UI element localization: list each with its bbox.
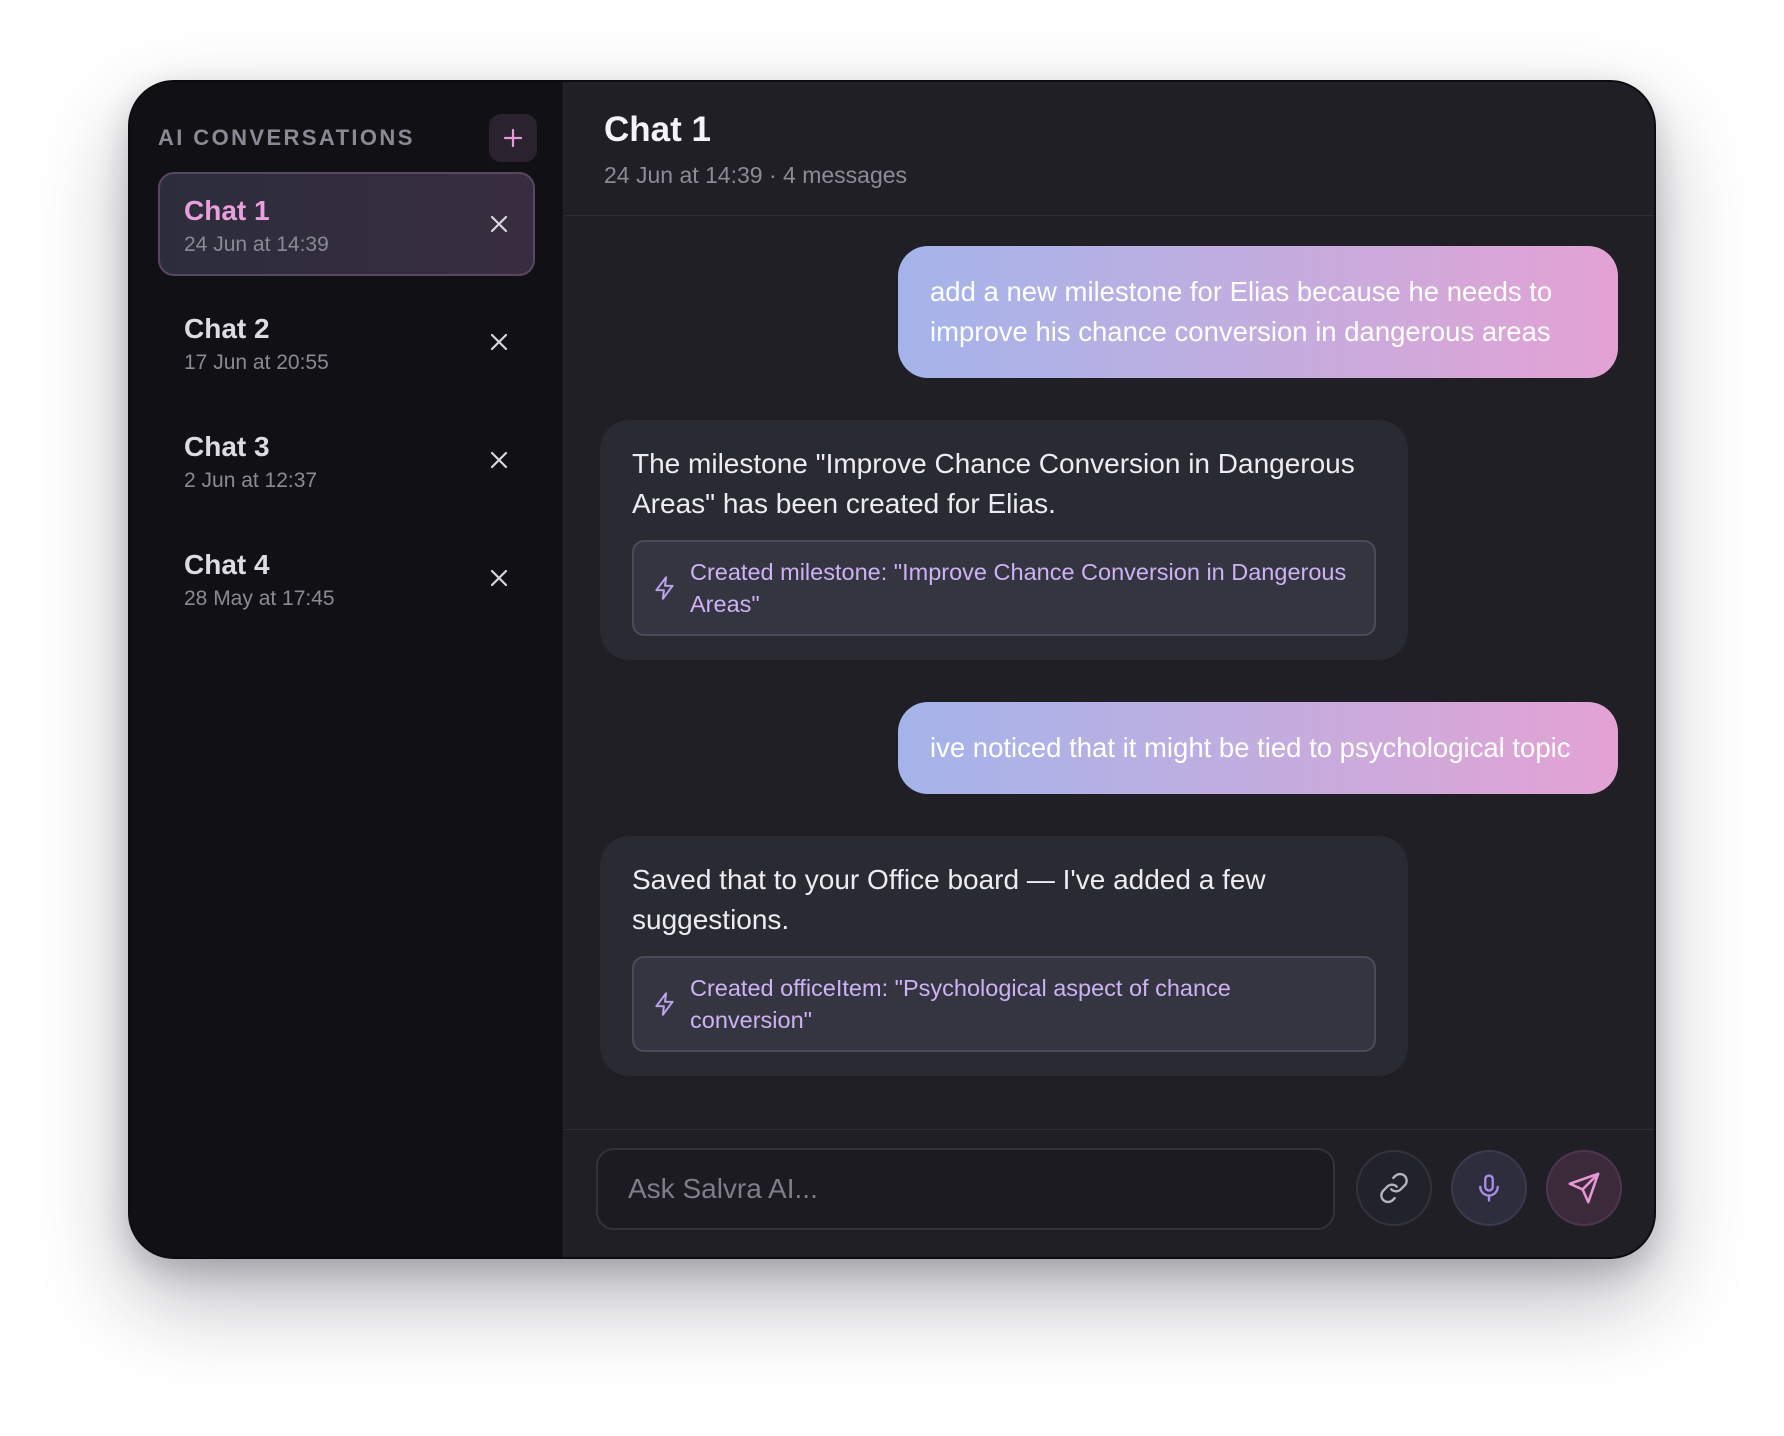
send-button[interactable] <box>1546 1150 1622 1226</box>
message-text: Saved that to your Office board — I've a… <box>632 864 1266 935</box>
chat-list-item[interactable]: Chat 4 28 May at 17:45 <box>158 526 535 630</box>
action-result-chip: Created milestone: "Improve Chance Conve… <box>632 540 1376 636</box>
message-text: add a new milestone for Elias because he… <box>930 276 1553 347</box>
chat-list-item[interactable]: Chat 2 17 Jun at 20:55 <box>158 290 535 394</box>
message-text: The milestone "Improve Chance Conversion… <box>632 448 1355 519</box>
delete-chat-button[interactable] <box>485 446 513 474</box>
close-icon <box>490 451 508 469</box>
microphone-icon <box>1479 1174 1500 1202</box>
lightning-icon <box>655 576 674 600</box>
action-result-chip: Created officeItem: "Psychological aspec… <box>632 956 1376 1052</box>
chat-name: Chat 1 <box>184 195 270 226</box>
new-chat-button[interactable] <box>489 114 537 162</box>
delete-chat-button[interactable] <box>485 210 513 238</box>
chat-panel: Chat 1 24 Jun at 14:39 · 4 messages add … <box>564 82 1654 1257</box>
message-list: add a new milestone for Elias because he… <box>564 216 1654 1129</box>
voice-input-button[interactable] <box>1451 1150 1528 1226</box>
user-message: add a new milestone for Elias because he… <box>898 246 1618 378</box>
app-window: AI CONVERSATIONS Chat 1 24 Jun at 14:39 … <box>128 80 1656 1259</box>
close-icon <box>490 569 508 587</box>
chat-date: 28 May at 17:45 <box>184 587 335 610</box>
chat-date: 24 Jun at 14:39 <box>184 233 329 256</box>
assistant-message: Saved that to your Office board — I've a… <box>600 836 1408 1076</box>
delete-chat-button[interactable] <box>485 328 513 356</box>
chat-name: Chat 3 <box>184 431 270 462</box>
chat-name: Chat 2 <box>184 313 270 344</box>
chat-list-item[interactable]: Chat 1 24 Jun at 14:39 <box>158 172 535 276</box>
sidebar: AI CONVERSATIONS Chat 1 24 Jun at 14:39 … <box>130 82 564 1257</box>
sidebar-header: AI CONVERSATIONS <box>158 114 537 162</box>
user-message: ive noticed that it might be tied to psy… <box>898 702 1618 794</box>
chat-meta: 24 Jun at 14:39 · 4 messages <box>604 162 908 188</box>
composer <box>564 1129 1654 1257</box>
page-title: Chat 1 <box>604 110 711 149</box>
assistant-message: The milestone "Improve Chance Conversion… <box>600 420 1408 660</box>
message-text: ive noticed that it might be tied to psy… <box>930 732 1571 763</box>
plus-icon <box>503 128 523 148</box>
send-icon <box>1568 1172 1600 1204</box>
close-icon <box>490 333 508 351</box>
chat-header: Chat 1 24 Jun at 14:39 · 4 messages <box>564 82 1654 216</box>
chat-name: Chat 4 <box>184 549 270 580</box>
close-icon <box>490 215 508 233</box>
message-input[interactable] <box>596 1148 1336 1230</box>
attach-link-button[interactable] <box>1356 1150 1433 1226</box>
link-icon <box>1380 1172 1408 1204</box>
sidebar-title: AI CONVERSATIONS <box>158 125 415 150</box>
chat-date: 2 Jun at 12:37 <box>184 469 318 492</box>
delete-chat-button[interactable] <box>485 564 513 592</box>
action-text: Created milestone: "Improve Chance Conve… <box>690 559 1347 617</box>
lightning-icon <box>655 992 674 1016</box>
chat-date: 17 Jun at 20:55 <box>184 351 329 374</box>
action-text: Created officeItem: "Psychological aspec… <box>690 975 1231 1033</box>
chat-list-item[interactable]: Chat 3 2 Jun at 12:37 <box>158 408 535 512</box>
